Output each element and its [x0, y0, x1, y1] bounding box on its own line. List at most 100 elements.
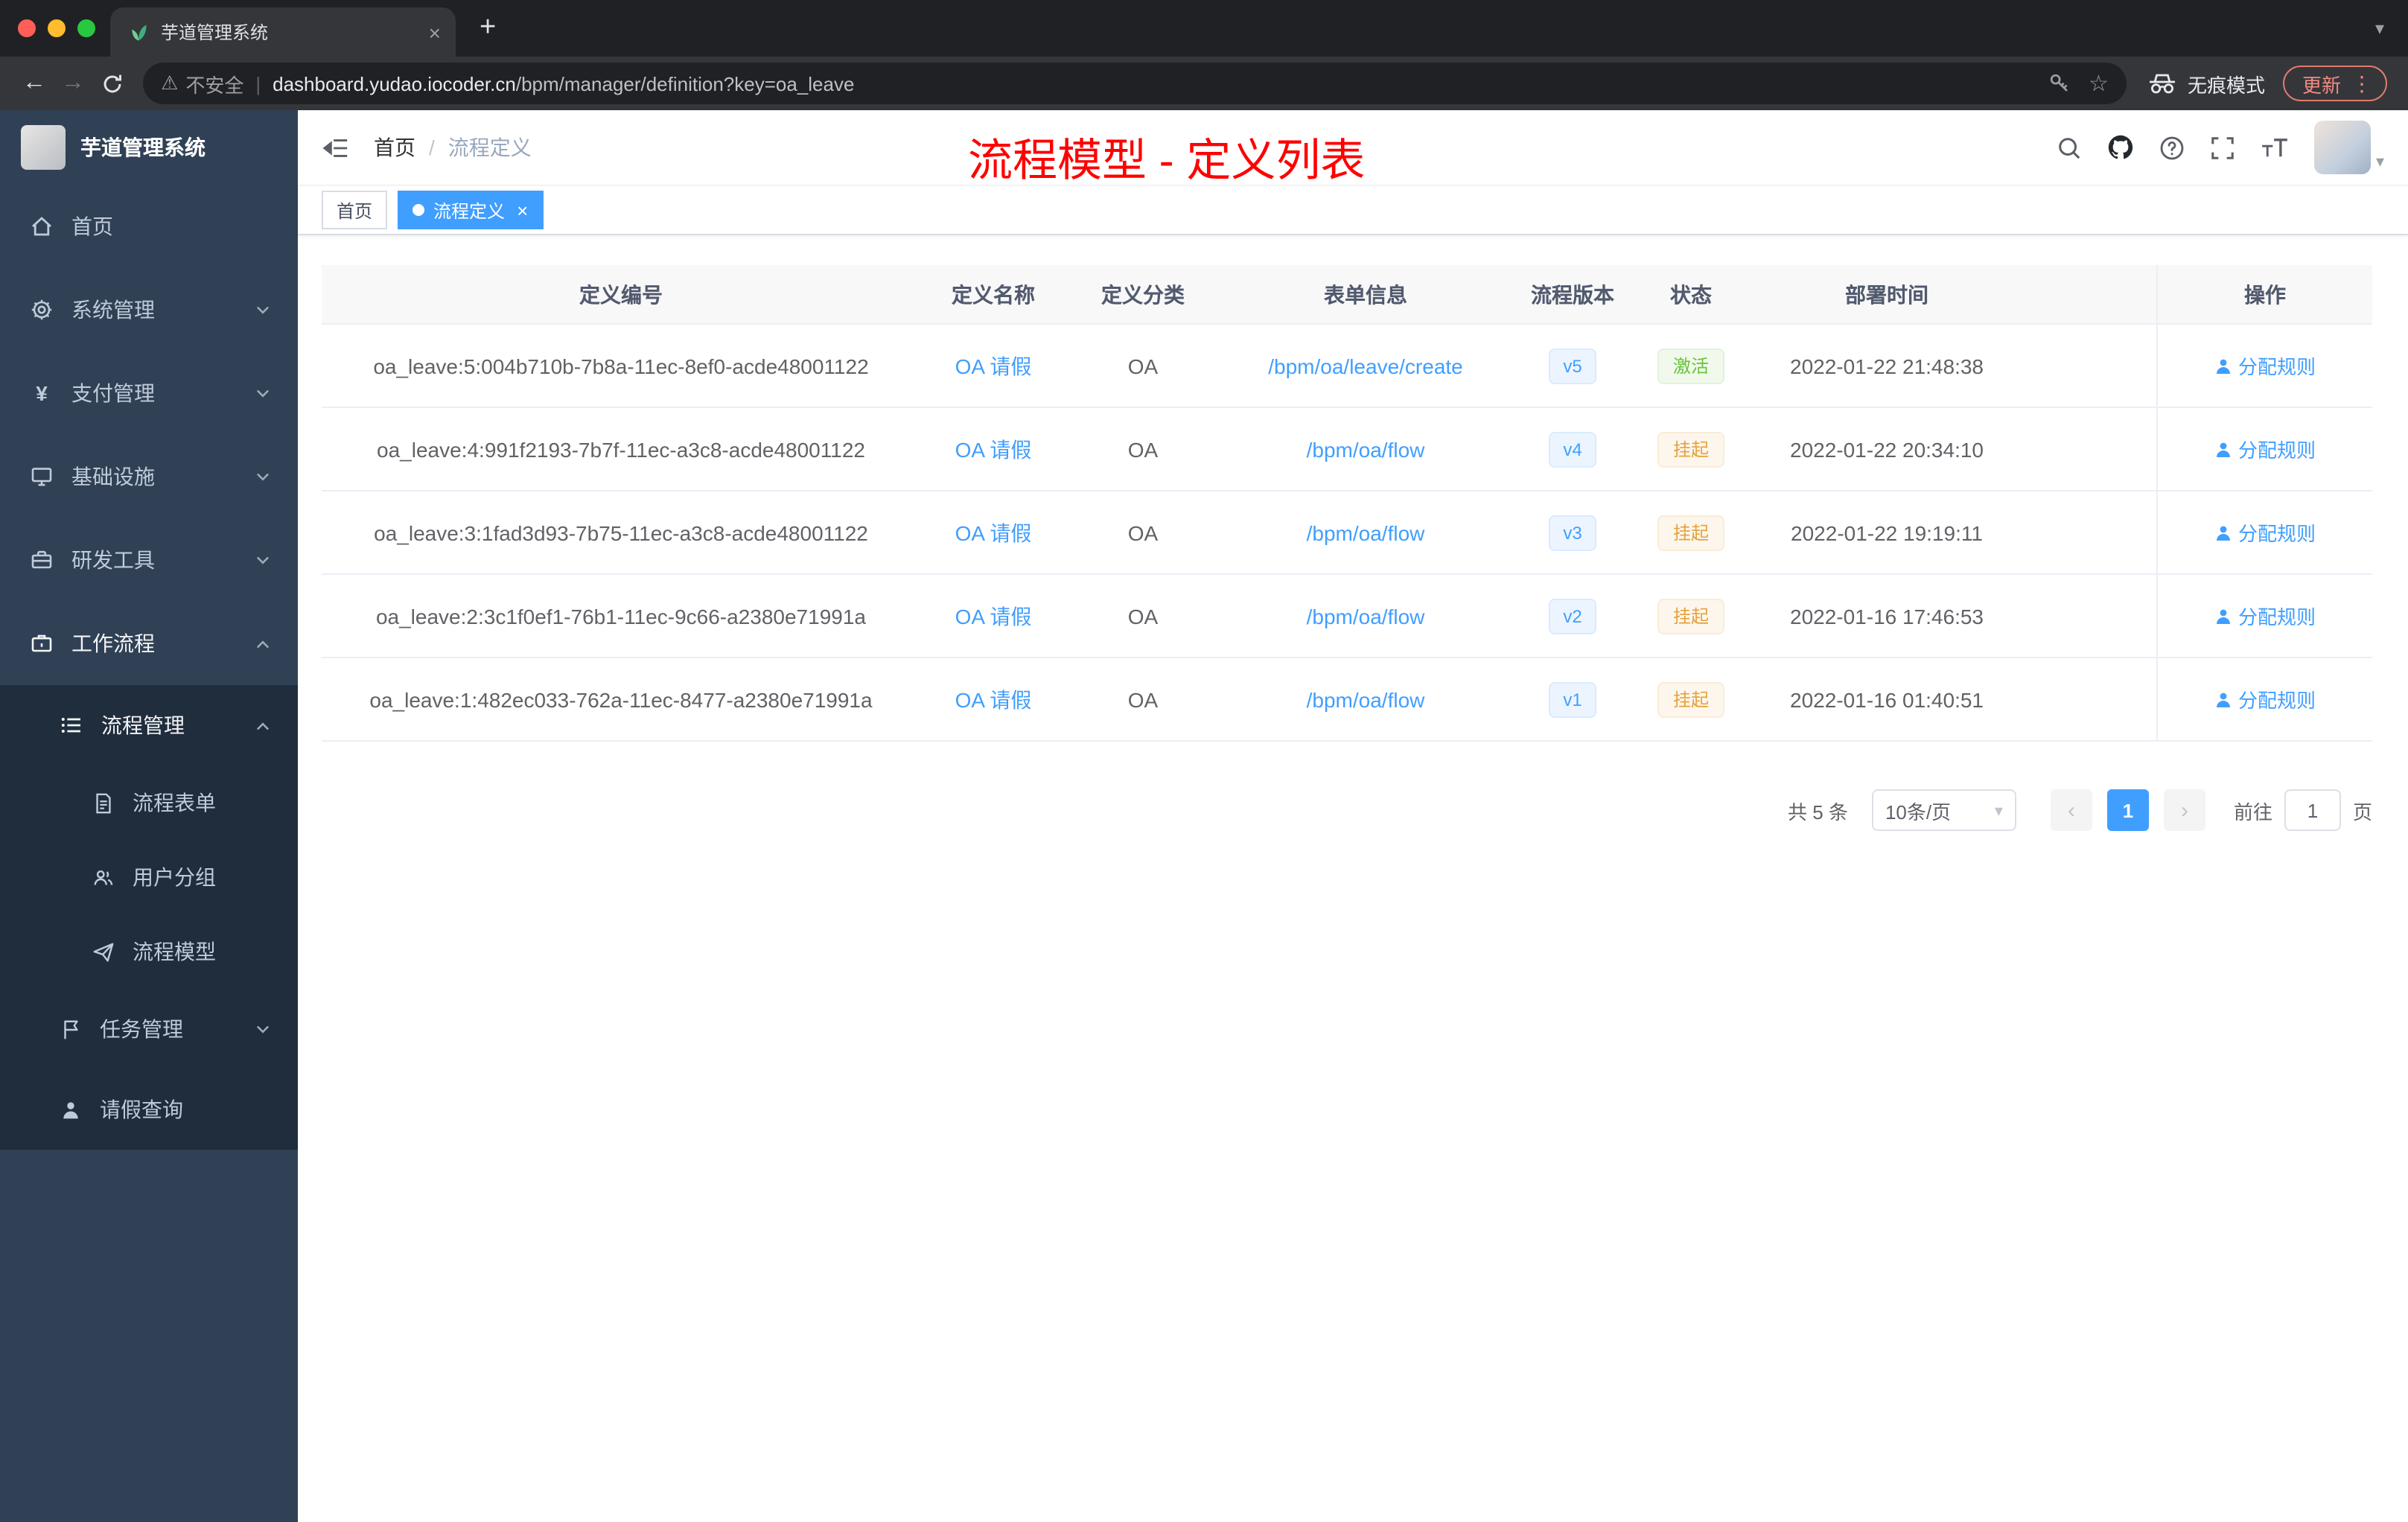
font-size-button[interactable]	[2261, 136, 2290, 159]
assign-rule-button[interactable]: 分配规则	[2214, 685, 2316, 713]
prev-page-button[interactable]: ‹	[2050, 789, 2092, 831]
column-header-deploy-time: 部署时间	[1845, 282, 1928, 306]
definition-name-link[interactable]: OA 请假	[955, 520, 1032, 544]
sidebar-item-leave-query[interactable]: 请假查询	[0, 1069, 298, 1150]
assign-rule-button[interactable]: 分配规则	[2214, 351, 2316, 380]
search-icon	[2060, 137, 2081, 159]
list-icon	[61, 718, 80, 733]
monitor-icon	[31, 468, 52, 486]
deploy-time: 2022-01-22 21:48:38	[1790, 354, 1984, 378]
sidebar-item-payment[interactable]: ¥ 支付管理	[0, 351, 298, 435]
minimize-window-button[interactable]	[48, 19, 66, 37]
chevron-up-icon	[257, 640, 269, 647]
form-link[interactable]: /bpm/oa/flow	[1307, 604, 1425, 628]
definition-name-link[interactable]: OA 请假	[955, 354, 1032, 378]
security-label[interactable]: 不安全	[185, 69, 243, 98]
tag-home[interactable]: 首页	[322, 191, 388, 229]
version-tag: v3	[1548, 515, 1597, 550]
sidebar-item-process-form[interactable]: 流程表单	[0, 765, 298, 840]
new-tab-button[interactable]: +	[480, 12, 496, 45]
sidebar-item-devtools[interactable]: 研发工具	[0, 518, 298, 602]
version-tag: v4	[1548, 431, 1597, 467]
screen: 芋道管理系统 × + ▾ ← → ⚠ 不安全 | dashboard.yudao…	[0, 0, 2408, 1522]
sidebar-item-label: 流程管理	[101, 713, 185, 737]
chevron-down-icon	[257, 473, 269, 480]
page-number-1[interactable]: 1	[2106, 789, 2149, 831]
sidebar-item-home[interactable]: 首页	[0, 185, 298, 268]
definition-name-link[interactable]: OA 请假	[955, 437, 1032, 461]
assign-rule-button[interactable]: 分配规则	[2214, 602, 2316, 630]
tag-close-icon[interactable]: ×	[517, 199, 528, 221]
goto-label: 前往	[2233, 800, 2272, 823]
person-icon	[2216, 525, 2230, 540]
sidebar-collapse-button[interactable]	[322, 133, 350, 162]
password-key-icon[interactable]	[2047, 71, 2071, 95]
sidebar-item-process-management[interactable]: 流程管理	[0, 685, 298, 765]
definition-id: oa_leave:4:991f2193-7b7f-11ec-a3c8-acde4…	[377, 437, 865, 461]
help-button[interactable]	[2160, 135, 2185, 160]
gear-icon	[31, 299, 52, 320]
home-icon	[32, 217, 51, 236]
sidebar-item-infrastructure[interactable]: 基础设施	[0, 435, 298, 518]
column-header-form: 表单信息	[1324, 282, 1407, 306]
definition-id: oa_leave:3:1fad3d93-7b75-11ec-a3c8-acde4…	[374, 520, 868, 544]
url-path: /bpm/manager/definition?key=oa_leave	[515, 72, 855, 95]
sidebar-item-label: 流程模型	[133, 940, 216, 964]
definition-category: OA	[1127, 520, 1159, 544]
assign-rule-button[interactable]: 分配规则	[2214, 435, 2316, 463]
back-button[interactable]: ←	[15, 70, 54, 97]
sidebar-item-workflow[interactable]: 工作流程	[0, 602, 298, 685]
search-button[interactable]	[2057, 135, 2083, 160]
next-page-button[interactable]: ›	[2163, 789, 2205, 831]
yen-icon: ¥	[36, 381, 48, 405]
table-row: oa_leave:3:1fad3d93-7b75-11ec-a3c8-acde4…	[322, 491, 2372, 575]
user-menu[interactable]: ▾	[2314, 121, 2384, 174]
definition-name-link[interactable]: OA 请假	[955, 604, 1032, 628]
definition-category: OA	[1127, 604, 1159, 628]
app-logo[interactable]: 芋道管理系统	[0, 110, 298, 185]
breadcrumb-home-link[interactable]: 首页	[374, 133, 415, 162]
tab-close-icon[interactable]: ×	[429, 22, 441, 42]
assign-rule-button[interactable]: 分配规则	[2214, 518, 2316, 547]
definition-category: OA	[1127, 354, 1159, 378]
logo-avatar	[21, 125, 66, 170]
fullscreen-button[interactable]	[2211, 135, 2236, 160]
form-link[interactable]: /bpm/oa/flow	[1307, 687, 1425, 711]
address-bar[interactable]: ⚠ 不安全 | dashboard.yudao.iocoder.cn /bpm/…	[143, 63, 2127, 104]
goto-page-input[interactable]	[2284, 789, 2341, 831]
tab-search-chevron-icon[interactable]: ▾	[2375, 18, 2384, 39]
table-row: oa_leave:5:004b710b-7b8a-11ec-8ef0-acde4…	[322, 325, 2372, 408]
definition-name-link[interactable]: OA 请假	[955, 687, 1032, 711]
github-button[interactable]	[2108, 134, 2135, 161]
person-icon	[2216, 442, 2230, 456]
tab-title: 芋道管理系统	[161, 22, 269, 43]
sidebar-item-label: 任务管理	[100, 1017, 183, 1041]
github-icon	[2109, 135, 2134, 159]
page-size-select[interactable]: 10条/页 ▾	[1871, 789, 2016, 831]
person-icon	[2216, 692, 2230, 707]
forward-button[interactable]: →	[54, 70, 92, 97]
bookmark-star-icon[interactable]: ☆	[2089, 70, 2109, 97]
sidebar-item-task-management[interactable]: 任务管理	[0, 989, 298, 1069]
form-link[interactable]: /bpm/oa/leave/create	[1268, 354, 1463, 378]
form-link[interactable]: /bpm/oa/flow	[1307, 437, 1425, 461]
form-link[interactable]: /bpm/oa/flow	[1307, 520, 1425, 544]
version-tag: v5	[1548, 348, 1597, 383]
chevron-down-icon	[257, 306, 269, 313]
deploy-time: 2022-01-22 20:34:10	[1790, 437, 1984, 461]
toolbox-icon	[31, 550, 52, 569]
reload-button[interactable]	[92, 72, 131, 95]
tag-process-definition[interactable]: 流程定义 ×	[398, 191, 544, 229]
sidebar-item-system[interactable]: 系统管理	[0, 268, 298, 351]
definition-table: 定义编号 定义名称 定义分类 表单信息 流程版本 状态 部署时间 操作 oa_l…	[322, 265, 2372, 742]
tag-label: 首页	[337, 200, 373, 221]
close-window-button[interactable]	[18, 19, 36, 37]
chrome-update-menu-button[interactable]: 更新 ⋮	[2282, 66, 2387, 101]
person-icon	[63, 1101, 78, 1118]
browser-tab[interactable]: 芋道管理系统 ×	[110, 7, 456, 57]
sidebar-item-user-group[interactable]: 用户分组	[0, 840, 298, 914]
table-row: oa_leave:1:482ec033-762a-11ec-8477-a2380…	[322, 658, 2372, 742]
zoom-window-button[interactable]	[77, 19, 95, 37]
sidebar-item-process-model[interactable]: 流程模型	[0, 914, 298, 989]
browser-tab-strip: 芋道管理系统 × + ▾	[0, 0, 2408, 57]
